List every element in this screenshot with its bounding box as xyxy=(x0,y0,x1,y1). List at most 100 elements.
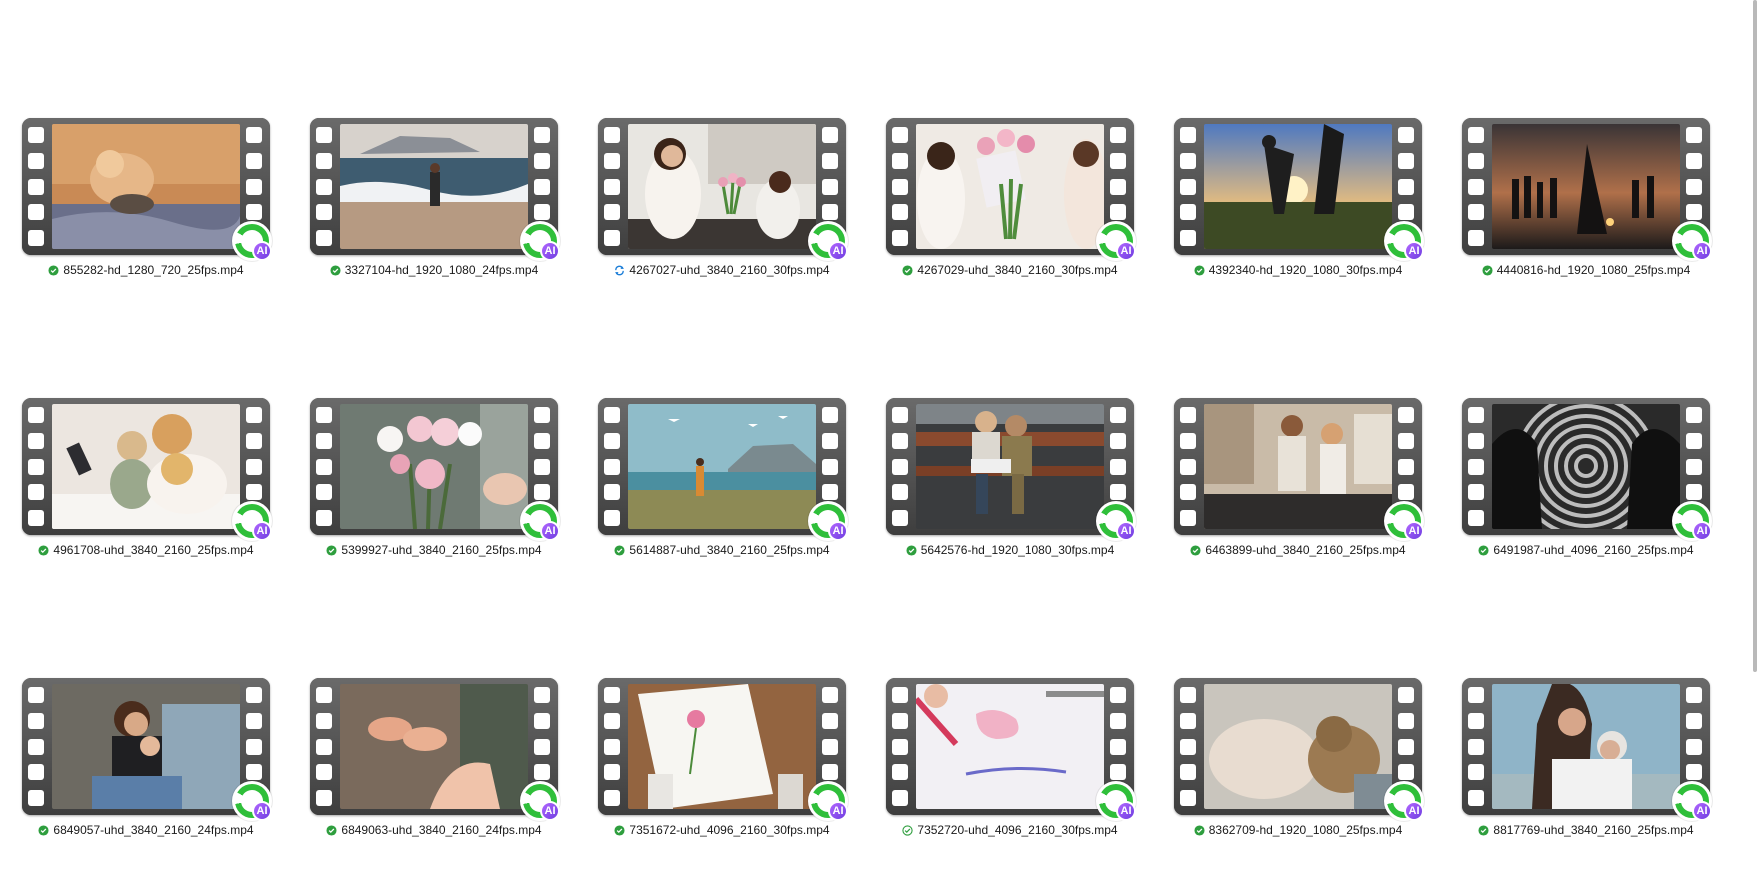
film-hole xyxy=(892,790,908,806)
video-thumbnail[interactable]: AI xyxy=(886,118,1136,261)
film-hole xyxy=(316,204,332,221)
film-hole xyxy=(1180,687,1196,703)
file-caption[interactable]: 7352720-uhd_4096_2160_30fps.mp4 xyxy=(886,823,1134,837)
film-holes-left xyxy=(28,127,46,246)
file-caption[interactable]: 5642576-hd_1920_1080_30fps.mp4 xyxy=(886,543,1134,557)
film-hole xyxy=(604,764,620,781)
file-caption[interactable]: 4961708-uhd_3840_2160_25fps.mp4 xyxy=(22,543,270,557)
video-file-item[interactable]: AI 8362709-hd_1920_1080_25fps.mp4 xyxy=(1174,678,1424,837)
film-hole xyxy=(1180,152,1196,169)
film-hole xyxy=(316,152,332,169)
ai-app-badge-icon: AI xyxy=(808,221,848,261)
video-preview-image xyxy=(52,404,240,529)
film-hole xyxy=(1180,790,1196,806)
file-caption[interactable]: 8817769-uhd_3840_2160_25fps.mp4 xyxy=(1462,823,1710,837)
film-hole xyxy=(1398,738,1414,755)
film-holes-left xyxy=(28,407,46,526)
video-file-item[interactable]: AI 5614887-uhd_3840_2160_25fps.mp4 xyxy=(598,398,848,557)
file-caption[interactable]: 4392340-hd_1920_1080_30fps.mp4 xyxy=(1174,263,1422,277)
file-name: 6491987-uhd_4096_2160_25fps.mp4 xyxy=(1493,543,1694,557)
video-file-item[interactable]: AI 6849057-uhd_3840_2160_24fps.mp4 xyxy=(22,678,272,837)
video-thumbnail[interactable]: AI xyxy=(598,118,848,261)
film-hole xyxy=(1110,458,1126,475)
vertical-scrollbar[interactable] xyxy=(1748,0,1760,874)
video-file-item[interactable]: AI 6491987-uhd_4096_2160_25fps.mp4 xyxy=(1462,398,1712,557)
video-file-item[interactable]: AI 5399927-uhd_3840_2160_25fps.mp4 xyxy=(310,398,560,557)
video-file-item[interactable]: AI 4267029-uhd_3840_2160_30fps.mp4 xyxy=(886,118,1136,277)
file-name: 7351672-uhd_4096_2160_30fps.mp4 xyxy=(629,823,830,837)
video-preview-image xyxy=(628,684,816,809)
sync-status-synced-icon xyxy=(1190,544,1201,556)
video-thumbnail[interactable]: AI xyxy=(1174,398,1424,541)
video-thumbnail[interactable]: AI xyxy=(22,678,272,821)
ai-app-badge-icon: AI xyxy=(1096,221,1136,261)
film-hole xyxy=(28,407,44,423)
film-hole xyxy=(1468,152,1484,169)
video-file-item[interactable]: AI 4267027-uhd_3840_2160_30fps.mp4 xyxy=(598,118,848,277)
film-hole xyxy=(1398,712,1414,729)
ai-app-badge-icon: AI xyxy=(520,501,560,541)
file-caption[interactable]: 4267029-uhd_3840_2160_30fps.mp4 xyxy=(886,263,1134,277)
video-thumbnail[interactable]: AI xyxy=(886,678,1136,821)
video-file-item[interactable]: AI 5642576-hd_1920_1080_30fps.mp4 xyxy=(886,398,1136,557)
file-caption[interactable]: 6849057-uhd_3840_2160_24fps.mp4 xyxy=(22,823,270,837)
file-caption[interactable]: 6849063-uhd_3840_2160_24fps.mp4 xyxy=(310,823,558,837)
file-caption[interactable]: 5614887-uhd_3840_2160_25fps.mp4 xyxy=(598,543,846,557)
film-hole xyxy=(28,510,44,526)
file-caption[interactable]: 4440816-hd_1920_1080_25fps.mp4 xyxy=(1462,263,1710,277)
film-hole xyxy=(246,127,262,143)
video-file-item[interactable]: AI 6463899-uhd_3840_2160_25fps.mp4 xyxy=(1174,398,1424,557)
video-file-item[interactable]: AI 4440816-hd_1920_1080_25fps.mp4 xyxy=(1462,118,1712,277)
file-caption[interactable]: 5399927-uhd_3840_2160_25fps.mp4 xyxy=(310,543,558,557)
video-file-item[interactable]: AI 855282-hd_1280_720_25fps.mp4 xyxy=(22,118,272,277)
video-thumbnail[interactable]: AI xyxy=(22,118,272,261)
file-caption[interactable]: 855282-hd_1280_720_25fps.mp4 xyxy=(22,263,270,277)
ai-app-badge-icon: AI xyxy=(808,781,848,821)
video-file-item[interactable]: AI 7351672-uhd_4096_2160_30fps.mp4 xyxy=(598,678,848,837)
file-caption[interactable]: 8362709-hd_1920_1080_25fps.mp4 xyxy=(1174,823,1422,837)
film-hole xyxy=(316,484,332,501)
film-hole xyxy=(604,510,620,526)
video-file-item[interactable]: AI 6849063-uhd_3840_2160_24fps.mp4 xyxy=(310,678,560,837)
ai-label: AI xyxy=(252,801,272,821)
video-file-item[interactable]: AI 4392340-hd_1920_1080_30fps.mp4 xyxy=(1174,118,1424,277)
file-caption[interactable]: 6463899-uhd_3840_2160_25fps.mp4 xyxy=(1174,543,1422,557)
video-thumbnail[interactable]: AI xyxy=(1174,118,1424,261)
video-thumbnail[interactable]: AI xyxy=(1462,398,1712,541)
video-thumbnail[interactable]: AI xyxy=(598,678,848,821)
file-caption[interactable]: 4267027-uhd_3840_2160_30fps.mp4 xyxy=(598,263,846,277)
file-caption[interactable]: 3327104-hd_1920_1080_24fps.mp4 xyxy=(310,263,558,277)
video-file-item[interactable]: AI 8817769-uhd_3840_2160_25fps.mp4 xyxy=(1462,678,1712,837)
film-hole xyxy=(1110,152,1126,169)
video-thumbnail[interactable]: AI xyxy=(1462,678,1712,821)
video-thumbnail[interactable]: AI xyxy=(1462,118,1712,261)
film-hole xyxy=(892,230,908,246)
film-hole xyxy=(246,178,262,195)
video-file-item[interactable]: AI 7352720-uhd_4096_2160_30fps.mp4 xyxy=(886,678,1136,837)
video-file-item[interactable]: AI 3327104-hd_1920_1080_24fps.mp4 xyxy=(310,118,560,277)
scrollbar-thumb[interactable] xyxy=(1753,0,1757,672)
film-holes-left xyxy=(1180,407,1198,526)
video-thumbnail[interactable]: AI xyxy=(310,678,560,821)
file-caption[interactable]: 6491987-uhd_4096_2160_25fps.mp4 xyxy=(1462,543,1710,557)
video-thumbnail[interactable]: AI xyxy=(310,398,560,541)
file-caption[interactable]: 7351672-uhd_4096_2160_30fps.mp4 xyxy=(598,823,846,837)
film-holes-left xyxy=(604,407,622,526)
film-hole xyxy=(1180,484,1196,501)
ai-label: AI xyxy=(1116,801,1136,821)
film-hole xyxy=(1686,204,1702,221)
film-hole xyxy=(1686,484,1702,501)
film-hole xyxy=(534,152,550,169)
film-hole xyxy=(1110,764,1126,781)
film-hole xyxy=(246,484,262,501)
video-thumbnail[interactable]: AI xyxy=(598,398,848,541)
video-thumbnail[interactable]: AI xyxy=(1174,678,1424,821)
video-thumbnail[interactable]: AI xyxy=(22,398,272,541)
video-thumbnail[interactable]: AI xyxy=(886,398,1136,541)
ai-app-badge-icon: AI xyxy=(1672,501,1712,541)
file-name: 855282-hd_1280_720_25fps.mp4 xyxy=(63,263,244,277)
video-thumbnail[interactable]: AI xyxy=(310,118,560,261)
video-file-item[interactable]: AI 4961708-uhd_3840_2160_25fps.mp4 xyxy=(22,398,272,557)
film-hole xyxy=(1468,510,1484,526)
sync-status-synced-icon xyxy=(38,544,49,556)
